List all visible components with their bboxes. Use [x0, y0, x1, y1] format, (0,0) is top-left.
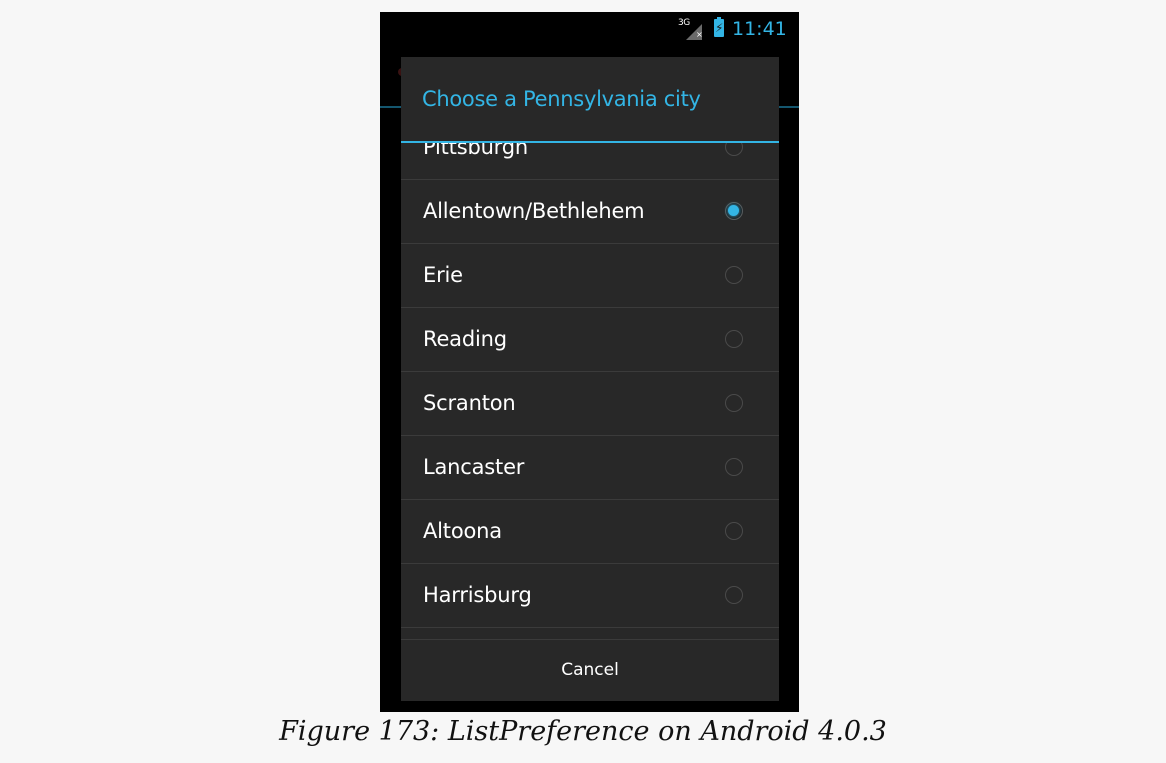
city-label: Erie [423, 263, 463, 287]
city-label: Allentown/Bethlehem [423, 199, 645, 223]
android-screen: 3G × ⚡ 11:41 Choose a Pennsylvania city … [380, 12, 799, 712]
list-item[interactable]: Erie [401, 244, 779, 308]
button-bar: Cancel [401, 639, 779, 701]
city-label: Scranton [423, 391, 516, 415]
status-clock: 11:41 [732, 18, 787, 40]
cancel-button[interactable]: Cancel [401, 640, 779, 701]
list-item[interactable]: Lancaster [401, 436, 779, 500]
city-label: Reading [423, 327, 507, 351]
city-list[interactable]: Pittsburgh Allentown/Bethlehem Erie Reading… [401, 143, 779, 638]
radio-unchecked-icon[interactable] [725, 458, 743, 476]
status-bar: 3G × ⚡ 11:41 [380, 12, 799, 48]
list-item[interactable]: Scranton [401, 372, 779, 436]
figure-caption: Figure 173: ListPreference on Android 4.… [279, 716, 887, 747]
dialog-title: Choose a Pennsylvania city [422, 87, 701, 111]
list-item[interactable]: Reading [401, 308, 779, 372]
radio-unchecked-icon[interactable] [725, 394, 743, 412]
city-label: Lancaster [423, 455, 525, 479]
radio-unchecked-icon[interactable] [725, 330, 743, 348]
figure: 3G × ⚡ 11:41 Choose a Pennsylvania city … [0, 0, 1166, 763]
radio-unchecked-icon[interactable] [725, 586, 743, 604]
list-item[interactable]: Allentown/Bethlehem [401, 180, 779, 244]
list-item[interactable]: Pittsburgh [401, 143, 779, 180]
radio-unchecked-icon[interactable] [725, 522, 743, 540]
radio-checked-icon[interactable] [725, 202, 743, 220]
city-label: Harrisburg [423, 583, 532, 607]
radio-unchecked-icon[interactable] [725, 266, 743, 284]
list-item[interactable]: Harrisburg [401, 564, 779, 628]
list-item[interactable]: Altoona [401, 500, 779, 564]
cell-signal-icon: 3G × [678, 18, 703, 40]
city-label: Altoona [423, 519, 502, 543]
city-label: Pittsburgh [423, 143, 528, 159]
radio-unchecked-icon[interactable] [725, 143, 743, 156]
list-preference-dialog: Choose a Pennsylvania city Pittsburgh All… [401, 57, 779, 701]
battery-charging-icon: ⚡ [714, 17, 724, 37]
